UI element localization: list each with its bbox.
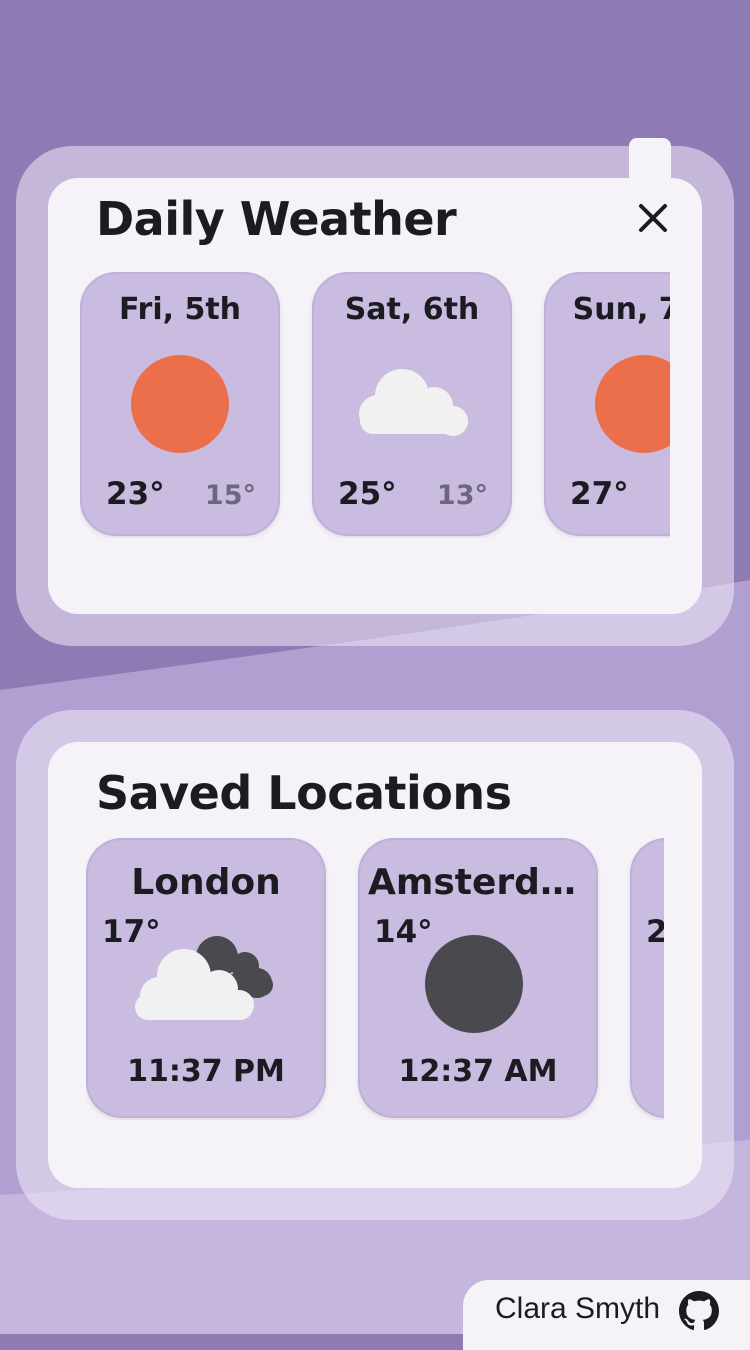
day-card[interactable]: Fri, 5th 23° 15°: [80, 272, 280, 536]
saved-locations-panel: Saved Locations London 17° 11:37 PM Amst…: [16, 710, 734, 1220]
high-temp: 23°: [106, 476, 165, 512]
day-label: Fri, 5th: [118, 292, 242, 327]
daily-weather-card: Daily Weather Fri, 5th 23° 15° Sat, 6th: [48, 178, 702, 614]
location-card[interactable]: 2: [630, 838, 664, 1118]
github-icon[interactable]: [679, 1291, 719, 1331]
credit-badge[interactable]: Clara Smyth: [463, 1280, 750, 1350]
location-card[interactable]: London 17° 11:37 PM: [86, 838, 326, 1118]
day-card[interactable]: Sat, 6th 25° 13°: [312, 272, 512, 536]
saved-locations-list[interactable]: London 17° 11:37 PM Amsterdam 14° 12:37 …: [86, 838, 664, 1120]
day-card[interactable]: Sun, 7th 27°: [544, 272, 670, 536]
day-label: Sun, 7th: [572, 292, 670, 327]
close-icon: [639, 204, 667, 232]
low-temp: 15°: [204, 480, 256, 511]
saved-locations-title: Saved Locations: [96, 766, 512, 820]
author-name: Clara Smyth: [495, 1292, 661, 1325]
cloudy-night-icon: [135, 936, 273, 1020]
moon-icon: [425, 935, 523, 1033]
daily-weather-title: Daily Weather: [96, 192, 457, 246]
saved-locations-card: Saved Locations London 17° 11:37 PM Amst…: [48, 742, 702, 1188]
location-name: Amsterdam: [368, 862, 588, 903]
daily-forecast-list[interactable]: Fri, 5th 23° 15° Sat, 6th 25° 13° Sun, 7…: [80, 272, 670, 538]
high-temp: 25°: [338, 476, 397, 512]
location-name: London: [131, 862, 281, 903]
location-temp: 2: [646, 914, 664, 950]
cloud-icon: [359, 369, 468, 436]
day-label: Sat, 6th: [344, 292, 480, 327]
daily-weather-frame: Daily Weather Fri, 5th 23° 15° Sat, 6th: [16, 146, 734, 646]
location-card[interactable]: Amsterdam 14° 12:37 AM: [358, 838, 598, 1118]
high-temp: 27°: [570, 476, 629, 512]
sun-icon: [595, 355, 670, 453]
location-time: 12:37 AM: [398, 1054, 558, 1089]
location-time: 11:37 PM: [127, 1054, 285, 1089]
low-temp: 13°: [436, 480, 488, 511]
close-button[interactable]: [633, 198, 673, 238]
sun-icon: [131, 355, 229, 453]
